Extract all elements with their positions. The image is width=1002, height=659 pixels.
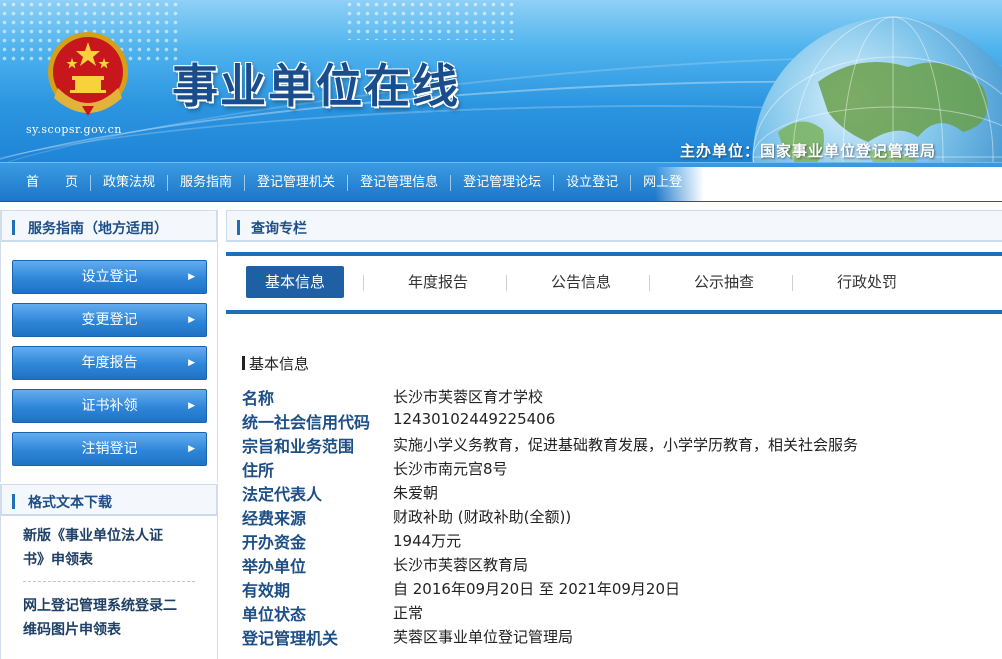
main-content: 查询专栏 基本信息 年度报告 公告信息 公示抽查 行政处罚 基本信息 名称 长沙… [226,210,1002,659]
button-label: 年度报告 [81,355,138,371]
download-link-qrcode-form[interactable]: 网上登记管理系统登录二 维码图片申领表 [23,594,201,642]
header-marker [237,220,240,235]
query-section-title: 查询专栏 [251,221,307,237]
certificate-reissue-button[interactable]: 证书补领 ▶ [12,389,207,423]
arrow-right-icon: ▶ [188,315,195,325]
national-emblem-icon [48,32,128,116]
tab-divider [363,275,364,291]
establish-registration-button[interactable]: 设立登记 ▶ [12,260,207,294]
arrow-right-icon: ▶ [188,272,195,282]
change-registration-button[interactable]: 变更登记 ▶ [12,303,207,337]
download-link-certificate-form[interactable]: 新版《事业单位法人证 书》申领表 [23,524,201,572]
field-value-sponsor: 长沙市芙蓉区教育局 [393,556,529,574]
field-label-status: 单位状态 [242,605,307,624]
main-nav-bar: 首 页 政策法规 服务指南 登记管理机关 登记管理信息 登记管理论坛 设立登记 … [0,162,1002,202]
query-section-header: 查询专栏 [226,210,1002,242]
basic-info-title: 基本信息 [242,353,309,374]
site-banner: sy.scopsr.gov.cn 事业单位在线 主办单位：国家事业单位登记管理局 [0,0,1002,162]
site-url: sy.scopsr.gov.cn [26,123,122,136]
field-label-name: 名称 [242,389,275,408]
field-label-startup-capital: 开办资金 [242,533,307,552]
tab-administrative-penalty[interactable]: 行政处罚 [818,266,916,298]
arrow-right-icon: ▶ [188,444,195,454]
download-divider [23,581,195,582]
info-tabs: 基本信息 年度报告 公告信息 公示抽查 行政处罚 [226,252,1002,314]
nav-item-establish-registration[interactable]: 设立登记 [554,163,630,203]
field-value-status: 正常 [393,604,424,622]
nav-item-registration-authority[interactable]: 登记管理机关 [245,163,347,203]
field-value-business-scope: 实施小学义务教育，促进基础教育发展，小学学历教育，相关社会服务 [393,436,859,454]
service-guide-panel: 服务指南（地方适用） 设立登记 ▶ 变更登记 ▶ 年度报告 ▶ 证书补领 ▶ 注… [0,210,218,482]
header-marker [12,494,15,509]
site-title: 事业单位在线 [172,59,460,113]
download-link-line: 维码图片申领表 [23,622,121,638]
banner-dot-pattern [345,0,515,40]
nav-item-registration-info[interactable]: 登记管理信息 [348,163,450,203]
nav-item-home[interactable]: 首 页 [14,163,90,203]
left-sidebar: 服务指南（地方适用） 设立登记 ▶ 变更登记 ▶ 年度报告 ▶ 证书补领 ▶ 注… [0,210,218,659]
field-label-credit-code: 统一社会信用代码 [242,413,371,432]
download-link-line: 新版《事业单位法人证 [23,528,163,544]
field-label-address: 住所 [242,461,275,480]
field-label-funding-source: 经费来源 [242,509,307,528]
header-marker [12,220,15,235]
tab-divider [506,275,507,291]
field-label-sponsor: 举办单位 [242,557,307,576]
tab-announcements[interactable]: 公告信息 [532,266,630,298]
field-label-validity: 有效期 [242,581,291,600]
field-value-name: 长沙市芙蓉区育才学校 [393,388,544,406]
field-value-startup-capital: 1944万元 [393,532,462,550]
service-guide-title: 服务指南（地方适用） [28,221,168,237]
tab-basic-info[interactable]: 基本信息 [246,266,344,298]
button-label: 变更登记 [81,312,138,328]
cancellation-registration-button[interactable]: 注销登记 ▶ [12,432,207,466]
section-marker [242,356,245,370]
field-value-funding-source: 财政补助 (财政补助(全额)) [393,508,572,526]
arrow-right-icon: ▶ [188,401,195,411]
field-value-address: 长沙市南元宫8号 [393,460,508,478]
tab-divider [649,275,650,291]
template-download-panel: 格式文本下载 新版《事业单位法人证 书》申领表 网上登记管理系统登录二 维码图片… [0,484,218,659]
nav-items: 首 页 政策法规 服务指南 登记管理机关 登记管理信息 登记管理论坛 设立登记 … [14,163,694,203]
field-label-registration-authority: 登记管理机关 [242,629,339,648]
button-label: 注销登记 [81,441,138,457]
tab-public-inspection[interactable]: 公示抽查 [675,266,773,298]
tab-divider [792,275,793,291]
button-label: 证书补领 [81,398,138,414]
field-label-business-scope: 宗旨和业务范围 [242,437,355,456]
field-value-validity: 自 2016年09月20日 至 2021年09月20日 [393,580,681,598]
nav-overlay-fade [655,167,1002,201]
field-value-credit-code: 12430102449225406 [393,410,556,428]
download-link-line: 网上登记管理系统登录二 [23,598,177,614]
basic-info-title-text: 基本信息 [249,355,310,373]
tab-annual-report[interactable]: 年度报告 [389,266,487,298]
nav-item-policy[interactable]: 政策法规 [91,163,167,203]
template-download-header: 格式文本下载 [1,484,217,516]
field-label-legal-representative: 法定代表人 [242,485,323,504]
nav-item-service-guide[interactable]: 服务指南 [168,163,244,203]
nav-item-forum[interactable]: 登记管理论坛 [451,163,553,203]
field-value-legal-representative: 朱爱朝 [393,484,439,502]
annual-report-button[interactable]: 年度报告 ▶ [12,346,207,380]
arrow-right-icon: ▶ [188,358,195,368]
button-label: 设立登记 [81,269,138,285]
download-link-line: 书》申领表 [23,552,93,568]
host-organization-label: 主办单位：国家事业单位登记管理局 [680,142,937,160]
service-guide-header: 服务指南（地方适用） [1,210,217,242]
template-download-title: 格式文本下载 [28,495,112,511]
field-value-registration-authority: 芙蓉区事业单位登记管理局 [393,628,574,646]
